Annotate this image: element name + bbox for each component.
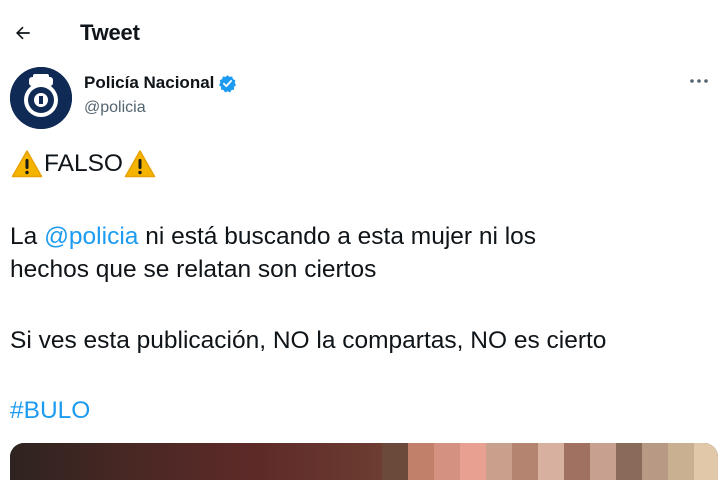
- warning-sign-icon: [10, 148, 44, 180]
- pixelation-block: [694, 443, 718, 480]
- author-name-text: Policía Nacional: [84, 73, 215, 92]
- hashtag-link[interactable]: #BULO: [10, 395, 90, 427]
- falso-text: FALSO: [44, 150, 123, 177]
- tweet-line-mention: La @policia ni está buscando a esta muje…: [10, 221, 536, 253]
- text-suffix: ni está buscando a esta mujer ni los: [138, 223, 537, 250]
- author-avatar[interactable]: [10, 67, 72, 129]
- tweet-header: Tweet: [0, 0, 720, 60]
- pixelation-block: [486, 443, 512, 480]
- pixelation-block: [564, 443, 590, 480]
- pixelation-block: [460, 443, 486, 480]
- more-options-button[interactable]: [684, 66, 714, 96]
- mention-link[interactable]: @policia: [44, 223, 138, 250]
- pixelation-block: [590, 443, 616, 480]
- page-title: Tweet: [80, 20, 140, 45]
- tweet-line-hechos: hechos que se relatan son ciertos: [10, 256, 377, 283]
- author-name[interactable]: Policía Nacional: [84, 73, 237, 93]
- tweet-line-falso: FALSO: [10, 148, 157, 180]
- pixelation-block: [434, 443, 460, 480]
- pixelation-block: [538, 443, 564, 480]
- pixelation-block: [408, 443, 434, 480]
- police-badge-icon: [10, 67, 72, 129]
- tweet-line-compartas: Si ves esta publicación, NO la compartas…: [10, 327, 607, 354]
- tweet-media-image[interactable]: [10, 443, 718, 480]
- pixelation-block: [642, 443, 668, 480]
- pixelation-block: [382, 443, 408, 480]
- pixelation-block: [512, 443, 538, 480]
- pixelation-block: [616, 443, 642, 480]
- back-button[interactable]: [8, 18, 38, 48]
- arrow-left-icon: [16, 26, 30, 40]
- author-handle[interactable]: @policia: [84, 99, 146, 117]
- text-prefix: La: [10, 223, 45, 250]
- warning-sign-icon: [123, 148, 157, 180]
- more-horizontal-icon: [690, 79, 708, 83]
- verified-badge-icon: [218, 74, 237, 93]
- pixelation-block: [668, 443, 694, 480]
